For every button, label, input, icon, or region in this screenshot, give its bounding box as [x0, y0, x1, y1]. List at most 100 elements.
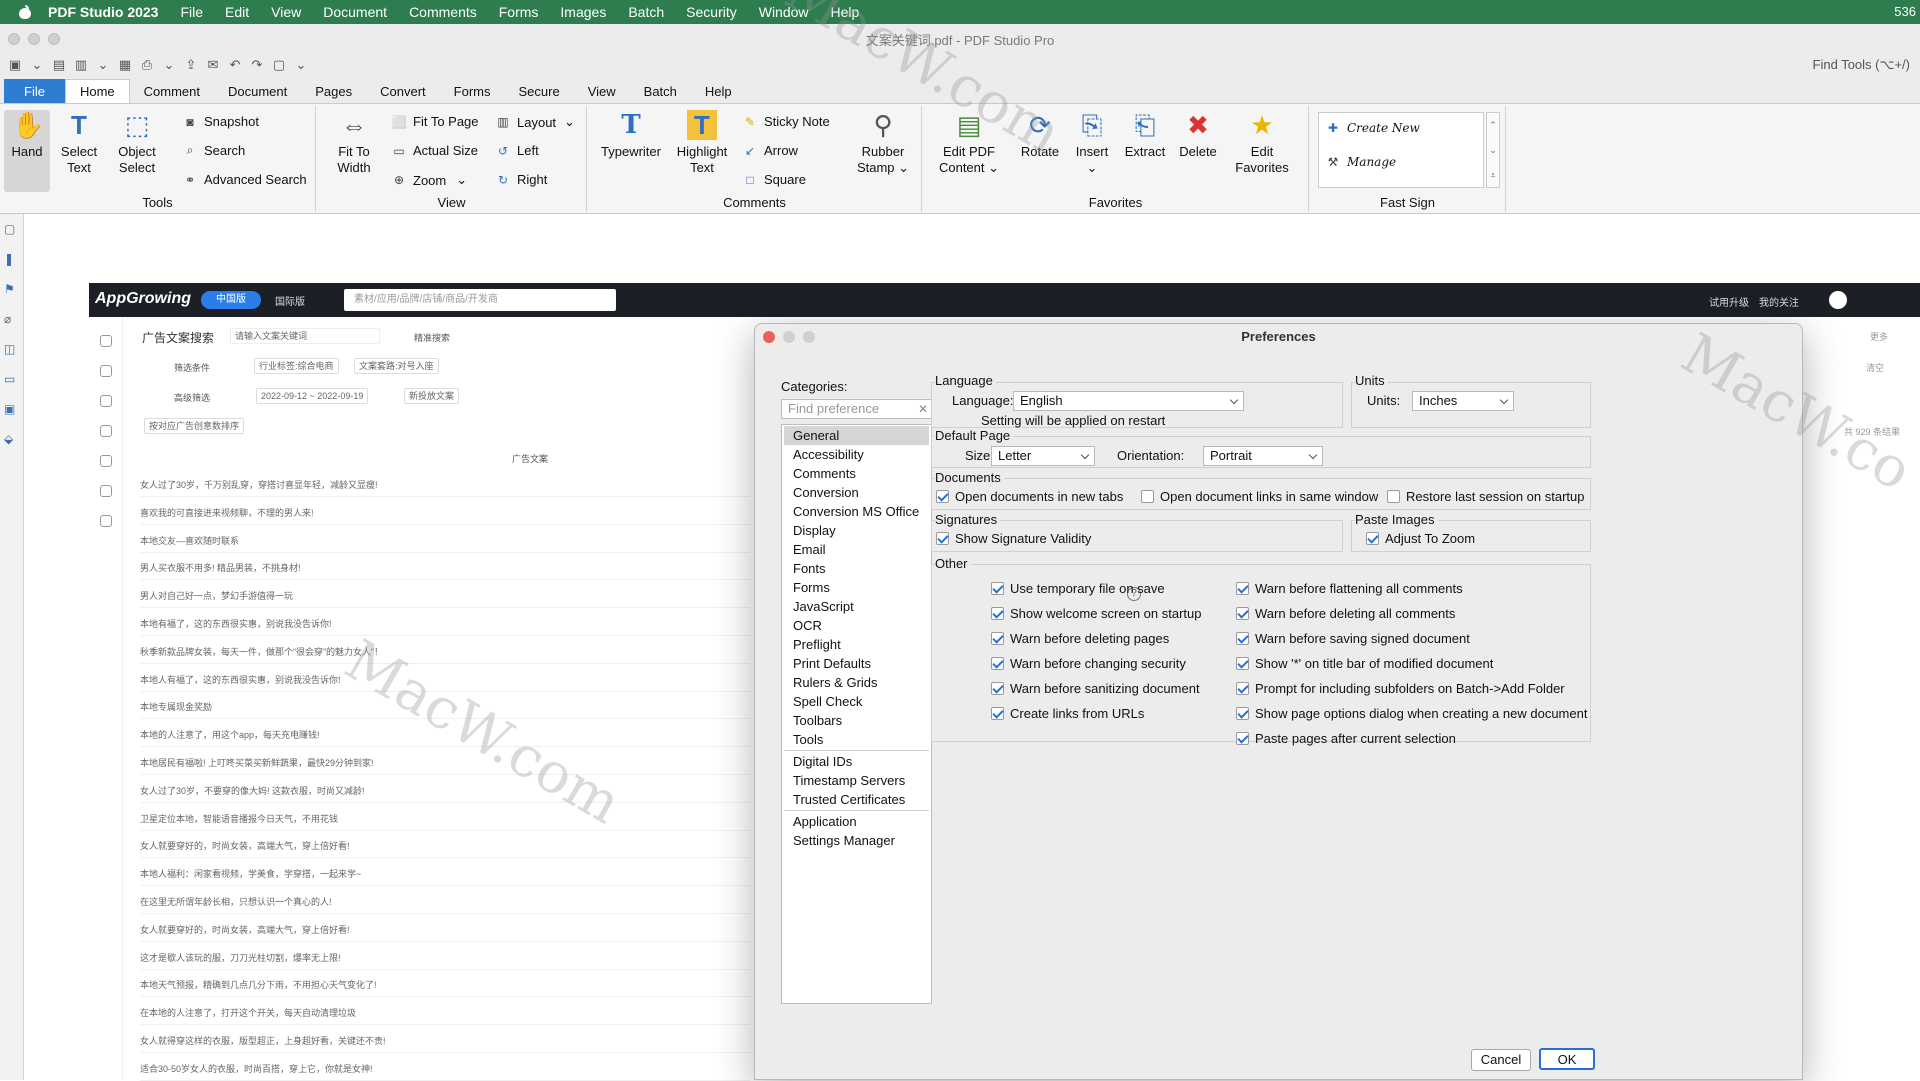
signature-scrollbar[interactable]: ⌃ ⌄ ⩡ — [1486, 112, 1500, 188]
category-item[interactable]: Trusted Certificates — [784, 790, 929, 809]
export-icon[interactable]: ⇪ — [180, 56, 202, 74]
category-item[interactable]: JavaScript — [784, 597, 929, 616]
chevron-down-icon[interactable]: ⌄ — [92, 56, 114, 74]
category-item[interactable]: Conversion MS Office — [784, 502, 929, 521]
bookmarks-icon[interactable]: ❚ — [4, 252, 18, 266]
save-icon[interactable]: ▤ — [48, 56, 70, 74]
show-signature-validity-checkbox[interactable]: Show Signature Validity — [936, 531, 1091, 546]
category-item[interactable]: Settings Manager — [784, 831, 929, 850]
menu-window[interactable]: Window — [759, 4, 809, 20]
category-item[interactable]: Display — [784, 521, 929, 540]
adjust-to-zoom-checkbox[interactable]: Adjust To Zoom — [1366, 531, 1475, 546]
scan-icon[interactable]: ▦ — [114, 56, 136, 74]
menu-security[interactable]: Security — [686, 4, 737, 20]
option-checkbox[interactable]: Warn before flattening all comments — [1236, 581, 1463, 596]
object-select-button[interactable]: ⬚ Object Select — [110, 110, 164, 176]
attachments-icon[interactable]: ⌀ — [4, 312, 18, 326]
tab-pages[interactable]: Pages — [301, 79, 366, 103]
open-links-same-window-checkbox[interactable]: Open document links in same window — [1141, 489, 1378, 504]
category-item[interactable]: OCR — [784, 616, 929, 635]
menu-forms[interactable]: Forms — [499, 4, 539, 20]
tab-home[interactable]: Home — [64, 79, 130, 103]
category-item[interactable]: Application — [784, 812, 929, 831]
edit-favorites-button[interactable]: ★ Edit Favorites — [1229, 110, 1295, 176]
actual-size-button[interactable]: ▭ Actual Size — [391, 143, 478, 158]
sticky-note-button[interactable]: ✎ Sticky Note — [742, 114, 830, 129]
manage-signature-button[interactable]: ⚒ Manage — [1325, 155, 1397, 169]
highlight-text-button[interactable]: T Highlight Text — [672, 110, 732, 176]
category-item[interactable]: Rulers & Grids — [784, 673, 929, 692]
ok-button[interactable]: OK — [1539, 1048, 1595, 1070]
category-item[interactable]: Fonts — [784, 559, 929, 578]
pages-icon[interactable]: ▢ — [4, 222, 18, 236]
option-checkbox[interactable]: Warn before sanitizing document — [991, 681, 1200, 696]
category-item[interactable]: Digital IDs — [784, 752, 929, 771]
snapshot-button[interactable]: ◙ Snapshot — [182, 114, 259, 129]
category-item[interactable]: Timestamp Servers — [784, 771, 929, 790]
tab-view[interactable]: View — [574, 79, 630, 103]
tab-file[interactable]: File — [4, 79, 65, 103]
select-text-button[interactable]: T Select Text — [54, 110, 104, 176]
save-as-icon[interactable]: ▥ — [70, 56, 92, 74]
delete-button[interactable]: ✖ Delete — [1175, 110, 1221, 160]
extract-button[interactable]: ⎗ Extract — [1119, 110, 1171, 160]
tab-secure[interactable]: Secure — [505, 79, 574, 103]
tab-batch[interactable]: Batch — [630, 79, 691, 103]
cancel-button[interactable]: Cancel — [1471, 1049, 1531, 1071]
undo-icon[interactable]: ↶ — [224, 56, 246, 74]
option-checkbox[interactable]: Warn before deleting all comments — [1236, 606, 1455, 621]
menu-view[interactable]: View — [271, 4, 301, 20]
restore-last-session-checkbox[interactable]: Restore last session on startup — [1387, 489, 1584, 504]
category-item[interactable]: Forms — [784, 578, 929, 597]
rotate-left-button[interactable]: ↺ Left — [495, 143, 539, 158]
tab-convert[interactable]: Convert — [366, 79, 440, 103]
tab-forms[interactable]: Forms — [440, 79, 505, 103]
category-item[interactable]: Toolbars — [784, 711, 929, 730]
menu-file[interactable]: File — [180, 4, 203, 20]
open-icon[interactable]: ▣ — [4, 56, 26, 74]
rotate-button[interactable]: ⟳ Rotate — [1015, 110, 1065, 160]
arrow-button[interactable]: ↙ Arrow — [742, 143, 798, 158]
rotate-right-button[interactable]: ↻ Right — [495, 172, 547, 187]
apple-icon[interactable] — [18, 5, 32, 19]
option-checkbox[interactable]: Warn before changing security — [991, 656, 1186, 671]
find-preference-input[interactable]: Find preference ✕ — [781, 399, 932, 419]
categories-list[interactable]: General Accessibility Comments Conversion Co… — [781, 424, 932, 1004]
tags-icon[interactable]: ⬙ — [4, 432, 18, 446]
category-item[interactable]: General — [784, 426, 929, 445]
open-new-tabs-checkbox[interactable]: Open documents in new tabs — [936, 489, 1123, 504]
fit-width-button[interactable]: ⇔ Fit To Width — [329, 110, 379, 176]
category-item[interactable]: Print Defaults — [784, 654, 929, 673]
category-item[interactable]: Tools — [784, 730, 929, 749]
signatures-panel-icon[interactable]: ▣ — [4, 402, 18, 416]
option-checkbox[interactable]: Warn before saving signed document — [1236, 631, 1470, 646]
tab-comment[interactable]: Comment — [130, 79, 214, 103]
page-size-select[interactable]: Letter — [991, 446, 1095, 466]
units-select[interactable]: Inches — [1412, 391, 1514, 411]
print-icon[interactable]: ⎙ — [136, 56, 158, 74]
layers-icon[interactable]: ◫ — [4, 342, 18, 356]
tab-document[interactable]: Document — [214, 79, 301, 103]
category-item[interactable]: Spell Check — [784, 692, 929, 711]
email-icon[interactable]: ✉ — [202, 56, 224, 74]
page-icon[interactable]: ▢ — [268, 56, 290, 74]
tab-help[interactable]: Help — [691, 79, 746, 103]
option-checkbox[interactable]: Warn before deleting pages — [991, 631, 1169, 646]
redo-icon[interactable]: ↷ — [246, 56, 268, 74]
category-item[interactable]: Conversion — [784, 483, 929, 502]
chevron-down-icon[interactable]: ⌄ — [26, 56, 48, 74]
category-item[interactable]: Preflight — [784, 635, 929, 654]
comments-panel-icon[interactable]: ▭ — [4, 372, 18, 386]
menu-help[interactable]: Help — [831, 4, 860, 20]
category-item[interactable]: Email — [784, 540, 929, 559]
hand-tool-button[interactable]: ✋ Hand — [4, 110, 50, 192]
typewriter-button[interactable]: T Typewriter — [596, 110, 666, 160]
option-checkbox[interactable]: Show page options dialog when creating a… — [1236, 706, 1587, 721]
search-button[interactable]: ⌕ Search — [182, 143, 246, 158]
zoom-button[interactable]: ⊕ Zoom ⌄ — [391, 172, 467, 188]
option-checkbox[interactable]: Use temporary file on save — [991, 581, 1165, 596]
option-checkbox[interactable]: Create links from URLs — [991, 706, 1144, 721]
find-tools[interactable]: Find Tools (⌥+/) — [1813, 57, 1910, 73]
option-checkbox[interactable]: Paste pages after current selection — [1236, 731, 1456, 746]
menu-edit[interactable]: Edit — [225, 4, 249, 20]
